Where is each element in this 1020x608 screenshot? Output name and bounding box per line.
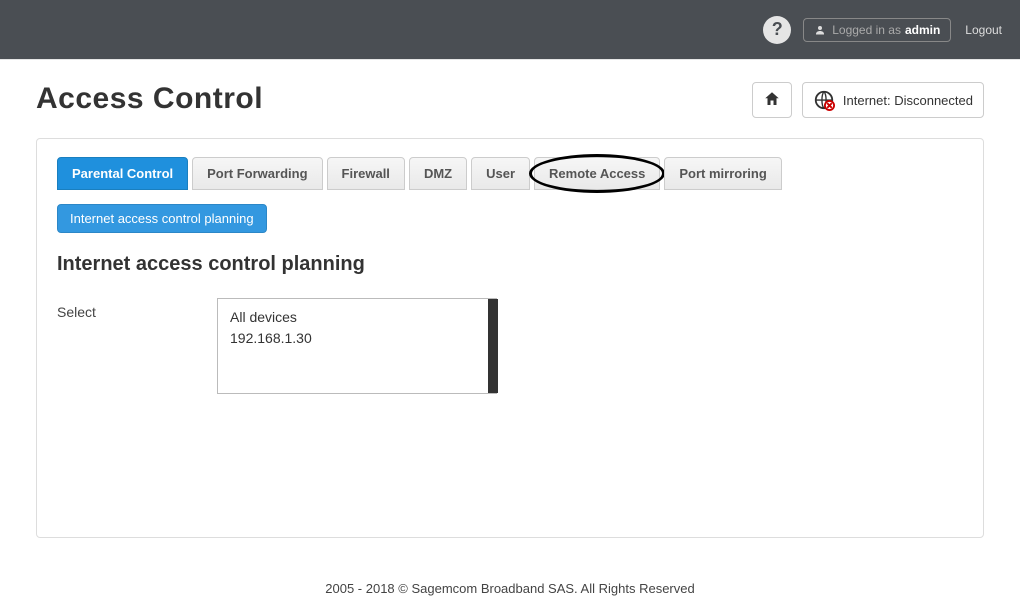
home-button[interactable] (752, 82, 792, 118)
main-panel: Parental Control Port Forwarding Firewal… (36, 138, 984, 538)
tab-port-forwarding[interactable]: Port Forwarding (192, 157, 322, 190)
section-title: Internet access control planning (57, 253, 963, 276)
select-label: Select (57, 298, 217, 320)
topbar: ? Logged in as admin Logout (0, 0, 1020, 60)
user-icon (814, 24, 826, 36)
tab-remote-access[interactable]: Remote Access (534, 157, 660, 190)
globe-disconnected-icon (813, 89, 835, 111)
logout-link[interactable]: Logout (965, 23, 1002, 37)
scrollbar[interactable] (488, 299, 498, 393)
footer-text: 2005 - 2018 © Sagemcom Broadband SAS. Al… (0, 581, 1020, 596)
logged-in-text: Logged in as (832, 23, 901, 37)
page-title: Access Control (36, 82, 263, 116)
username-text: admin (905, 23, 940, 37)
tabs-row: Parental Control Port Forwarding Firewal… (57, 157, 963, 190)
tab-port-mirroring[interactable]: Port mirroring (664, 157, 781, 190)
internet-status-text: Disconnected (894, 93, 973, 108)
list-item[interactable]: All devices (230, 307, 484, 328)
tab-parental-control[interactable]: Parental Control (57, 157, 188, 190)
tab-dmz[interactable]: DMZ (409, 157, 467, 190)
internet-label: Internet: (843, 93, 891, 108)
device-select[interactable]: All devices 192.168.1.30 (217, 298, 497, 394)
subtab-internet-access-control-planning[interactable]: Internet access control planning (57, 204, 267, 233)
help-icon[interactable]: ? (763, 16, 791, 44)
login-badge[interactable]: Logged in as admin (803, 18, 951, 42)
list-item[interactable]: 192.168.1.30 (230, 328, 484, 349)
tab-firewall[interactable]: Firewall (327, 157, 405, 190)
internet-status-box[interactable]: Internet: Disconnected (802, 82, 984, 118)
home-icon (763, 90, 781, 111)
tab-user[interactable]: User (471, 157, 530, 190)
